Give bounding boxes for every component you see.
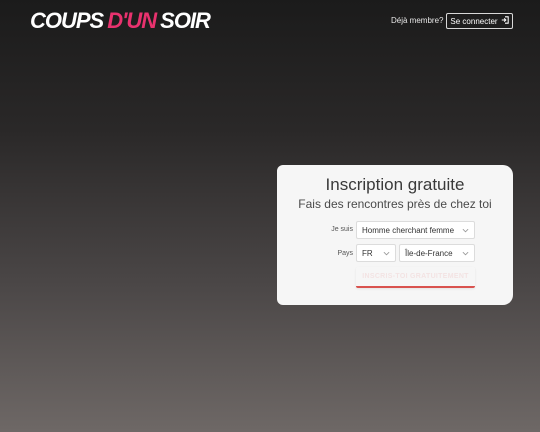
login-button-label: Se connecter: [450, 16, 498, 26]
iam-select-value: Homme cherchant femme: [362, 225, 455, 235]
sign-in-icon: [501, 16, 509, 26]
country-label: Pays: [337, 250, 353, 257]
signup-submit-button[interactable]: INSCRIS-TOI GRATUITEMENT: [356, 267, 475, 288]
login-button[interactable]: Se connecter: [446, 13, 513, 29]
already-member-text: Déjà membre?: [391, 16, 444, 25]
signup-submit-label: INSCRIS-TOI GRATUITEMENT: [362, 273, 469, 280]
region-select[interactable]: Île-de-France: [399, 244, 475, 262]
chevron-down-icon: [462, 251, 469, 256]
country-select[interactable]: FR: [356, 244, 396, 262]
logo-text-dun: D'UN: [107, 8, 157, 33]
signup-card: Inscription gratuite Fais des rencontres…: [277, 165, 513, 305]
logo-text-soir: SOIR: [160, 8, 211, 33]
site-logo[interactable]: COUPS D'UN SOIR: [30, 8, 211, 34]
iam-label: Je suis: [331, 226, 353, 233]
chevron-down-icon: [462, 228, 469, 233]
country-select-value: FR: [362, 248, 373, 258]
region-select-value: Île-de-France: [405, 248, 453, 258]
signup-subtitle: Fais des rencontres près de chez toi: [298, 197, 492, 211]
logo-text-coups: COUPS: [30, 8, 104, 33]
signup-title: Inscription gratuite: [325, 175, 465, 194]
iam-select[interactable]: Homme cherchant femme: [356, 221, 475, 239]
chevron-down-icon: [383, 251, 390, 256]
